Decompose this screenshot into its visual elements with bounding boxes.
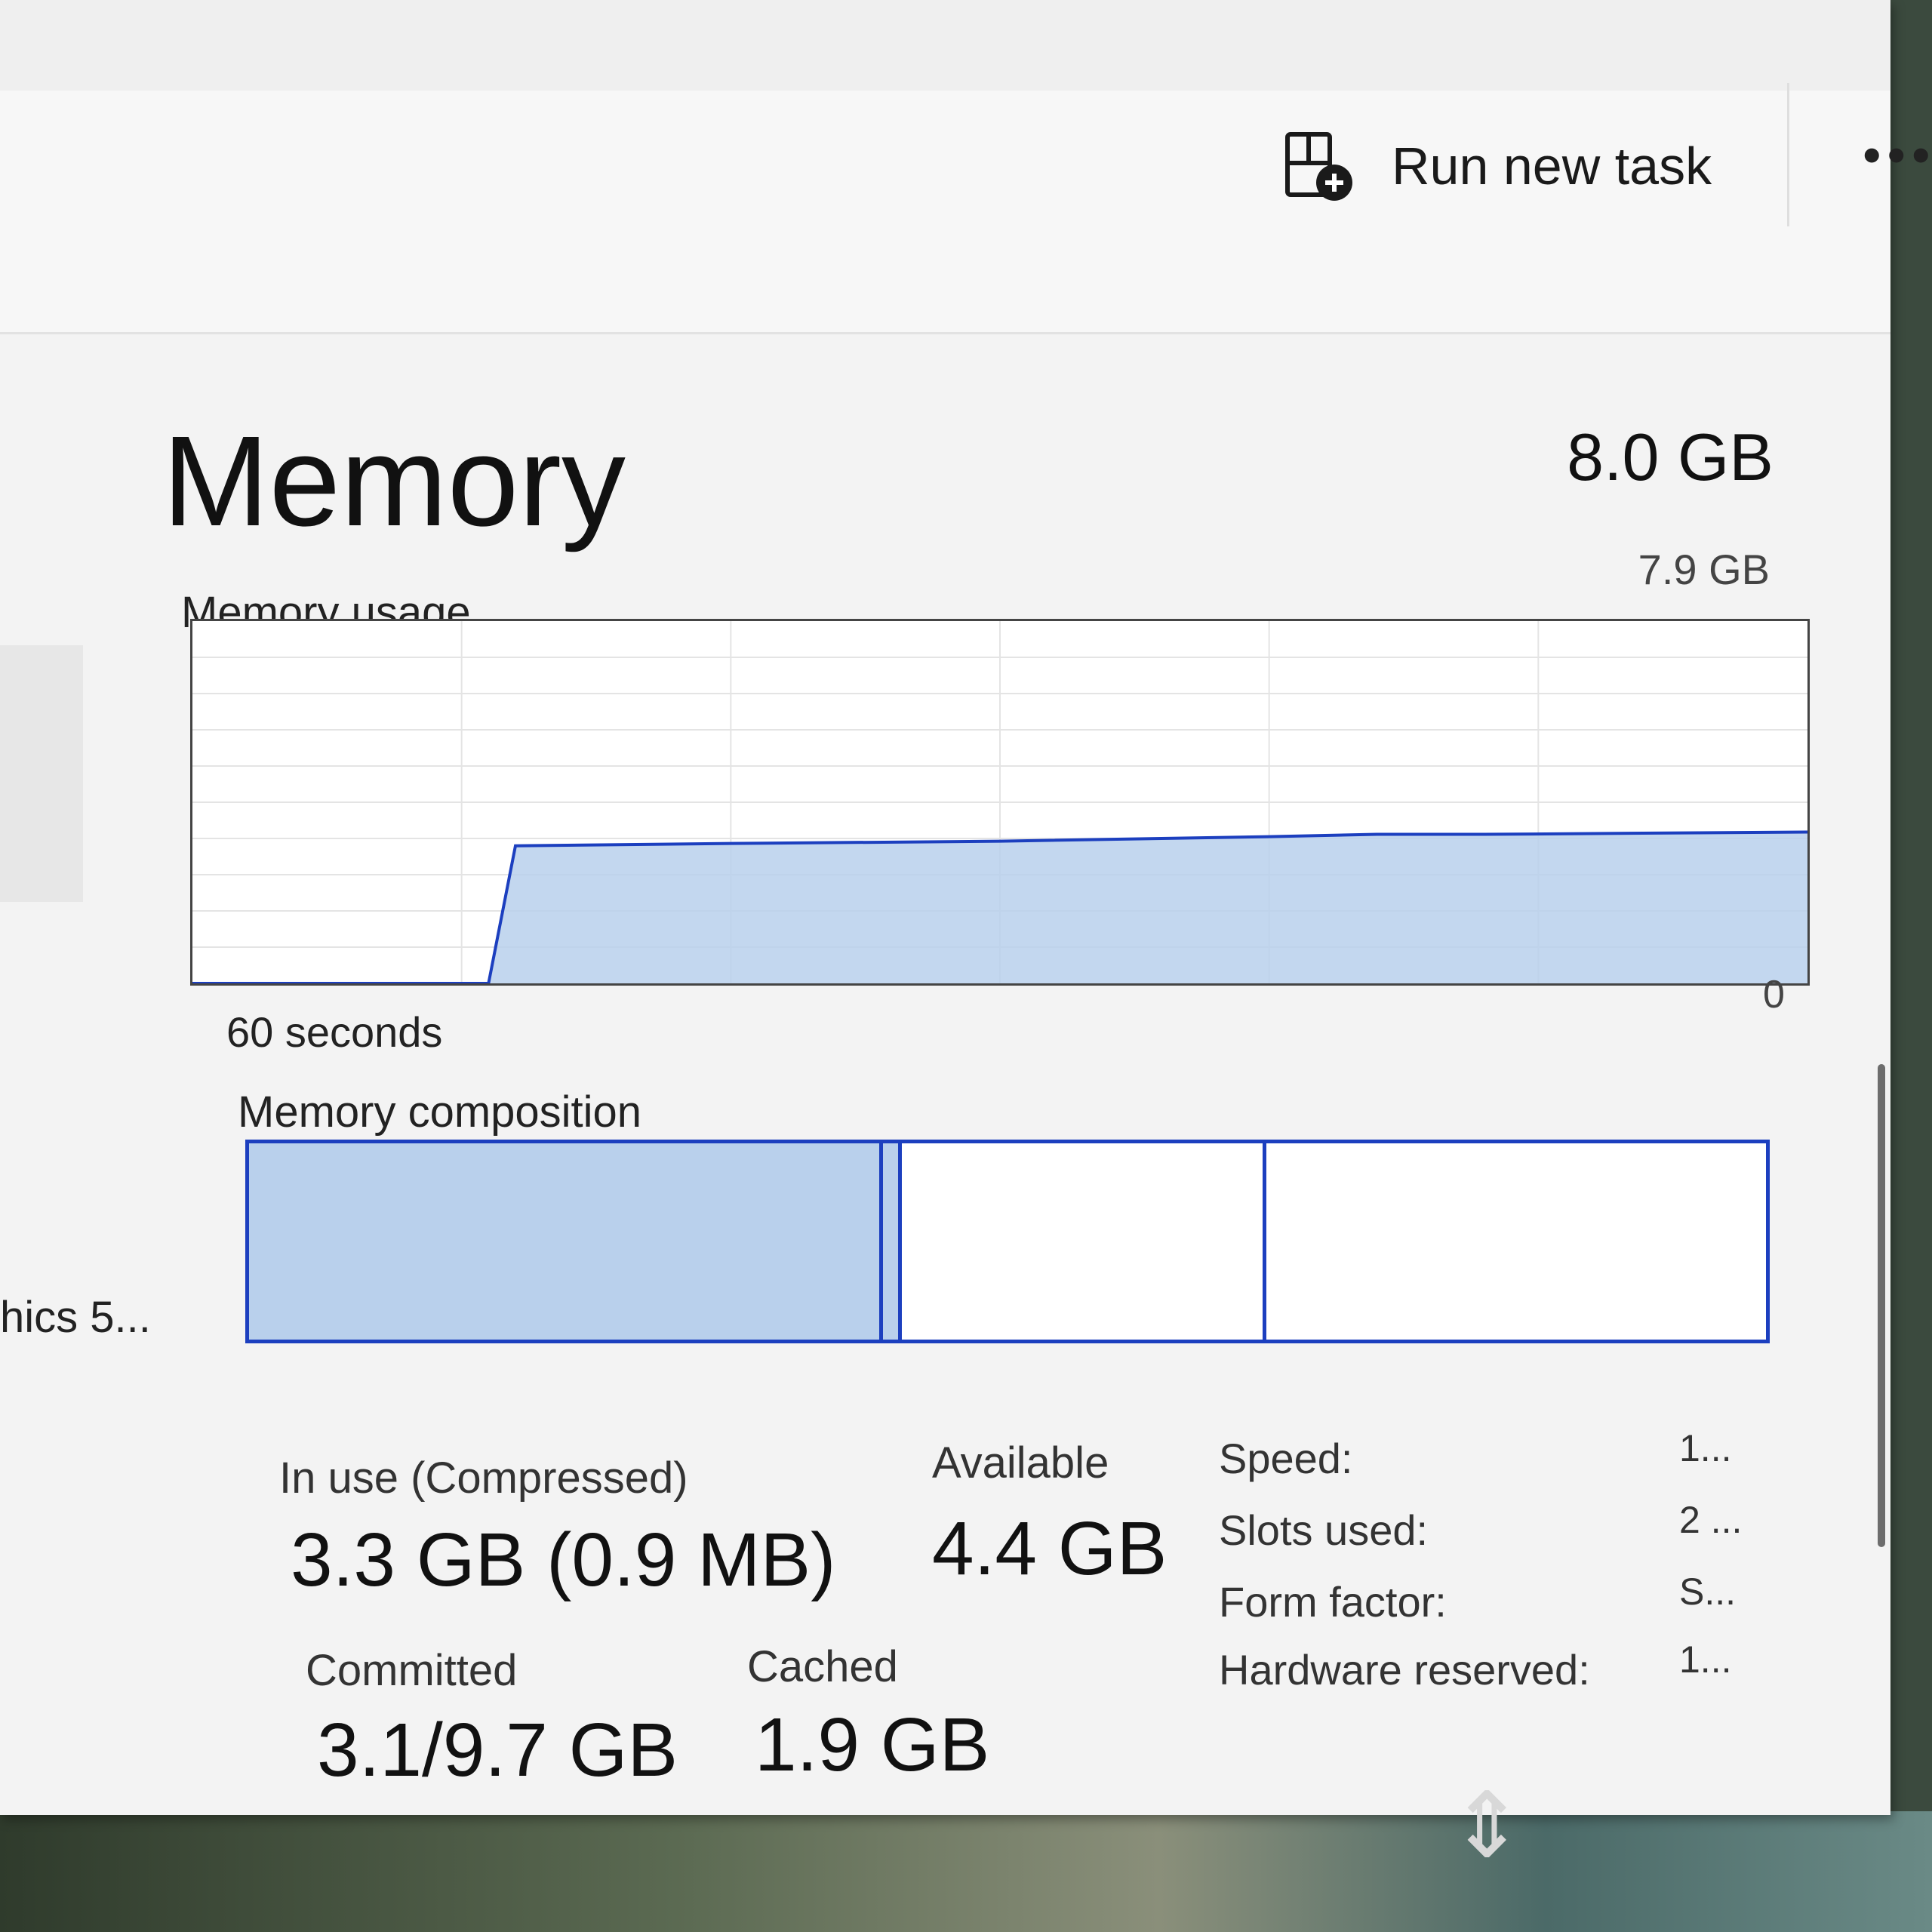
memory-composition-bar — [245, 1140, 1770, 1343]
memory-usage-chart — [192, 621, 1807, 983]
form-factor-label: Form factor: — [1219, 1578, 1447, 1626]
toolbar-divider — [1787, 83, 1789, 226]
run-new-task-label: Run new task — [1392, 137, 1712, 195]
usage-area — [192, 832, 1807, 983]
in-use-label: In use (Compressed) — [279, 1454, 688, 1503]
composition-label: Memory composition — [238, 1088, 642, 1137]
available-value: 4.4 GB — [932, 1506, 1168, 1591]
committed-label: Committed — [306, 1646, 518, 1695]
desk-background — [0, 1811, 1932, 1932]
vertical-scrollbar[interactable] — [1878, 1064, 1885, 1547]
composition-segment-standby[interactable] — [902, 1143, 1267, 1340]
sidebar-selected-item[interactable] — [0, 645, 83, 902]
available-label: Available — [932, 1438, 1109, 1487]
slots-used-value: 2 ... — [1679, 1499, 1743, 1541]
memory-usage-graph — [190, 619, 1810, 986]
composition-segment-in-use[interactable] — [249, 1143, 883, 1340]
hardware-reserved-value: 1... — [1679, 1638, 1732, 1681]
usage-graph-zero-label: 0 — [1763, 973, 1785, 1017]
title-bar — [0, 0, 1890, 92]
page-title: Memory — [162, 410, 626, 553]
sidebar-item-gpu-label[interactable]: hics 5... — [0, 1292, 151, 1343]
speed-label: Speed: — [1219, 1435, 1353, 1482]
composition-segment-free[interactable] — [1266, 1143, 1766, 1340]
more-options-button[interactable]: ••• — [1863, 125, 1932, 185]
resize-cursor-icon: ⇕ — [1449, 1775, 1525, 1876]
run-task-icon — [1283, 130, 1355, 202]
run-new-task-button[interactable]: Run new task — [1283, 121, 1712, 211]
hardware-reserved-label: Hardware reserved: — [1219, 1646, 1590, 1694]
composition-segment-modified[interactable] — [882, 1143, 903, 1340]
form-factor-value: S... — [1679, 1571, 1737, 1613]
speed-value: 1... — [1679, 1427, 1732, 1469]
cached-value: 1.9 GB — [755, 1703, 990, 1787]
cached-label: Cached — [747, 1642, 898, 1691]
committed-value: 3.1/9.7 GB — [317, 1708, 678, 1792]
usage-graph-time-label: 60 seconds — [226, 1008, 443, 1056]
total-memory: 8.0 GB — [1567, 420, 1774, 494]
usage-graph-max-label: 7.9 GB — [1638, 546, 1770, 593]
in-use-value: 3.3 GB (0.9 MB) — [291, 1518, 836, 1602]
task-manager-window: Run new task ••• hics 5... Memory 8.0 GB… — [0, 0, 1930, 1815]
slots-used-label: Slots used: — [1219, 1506, 1429, 1554]
